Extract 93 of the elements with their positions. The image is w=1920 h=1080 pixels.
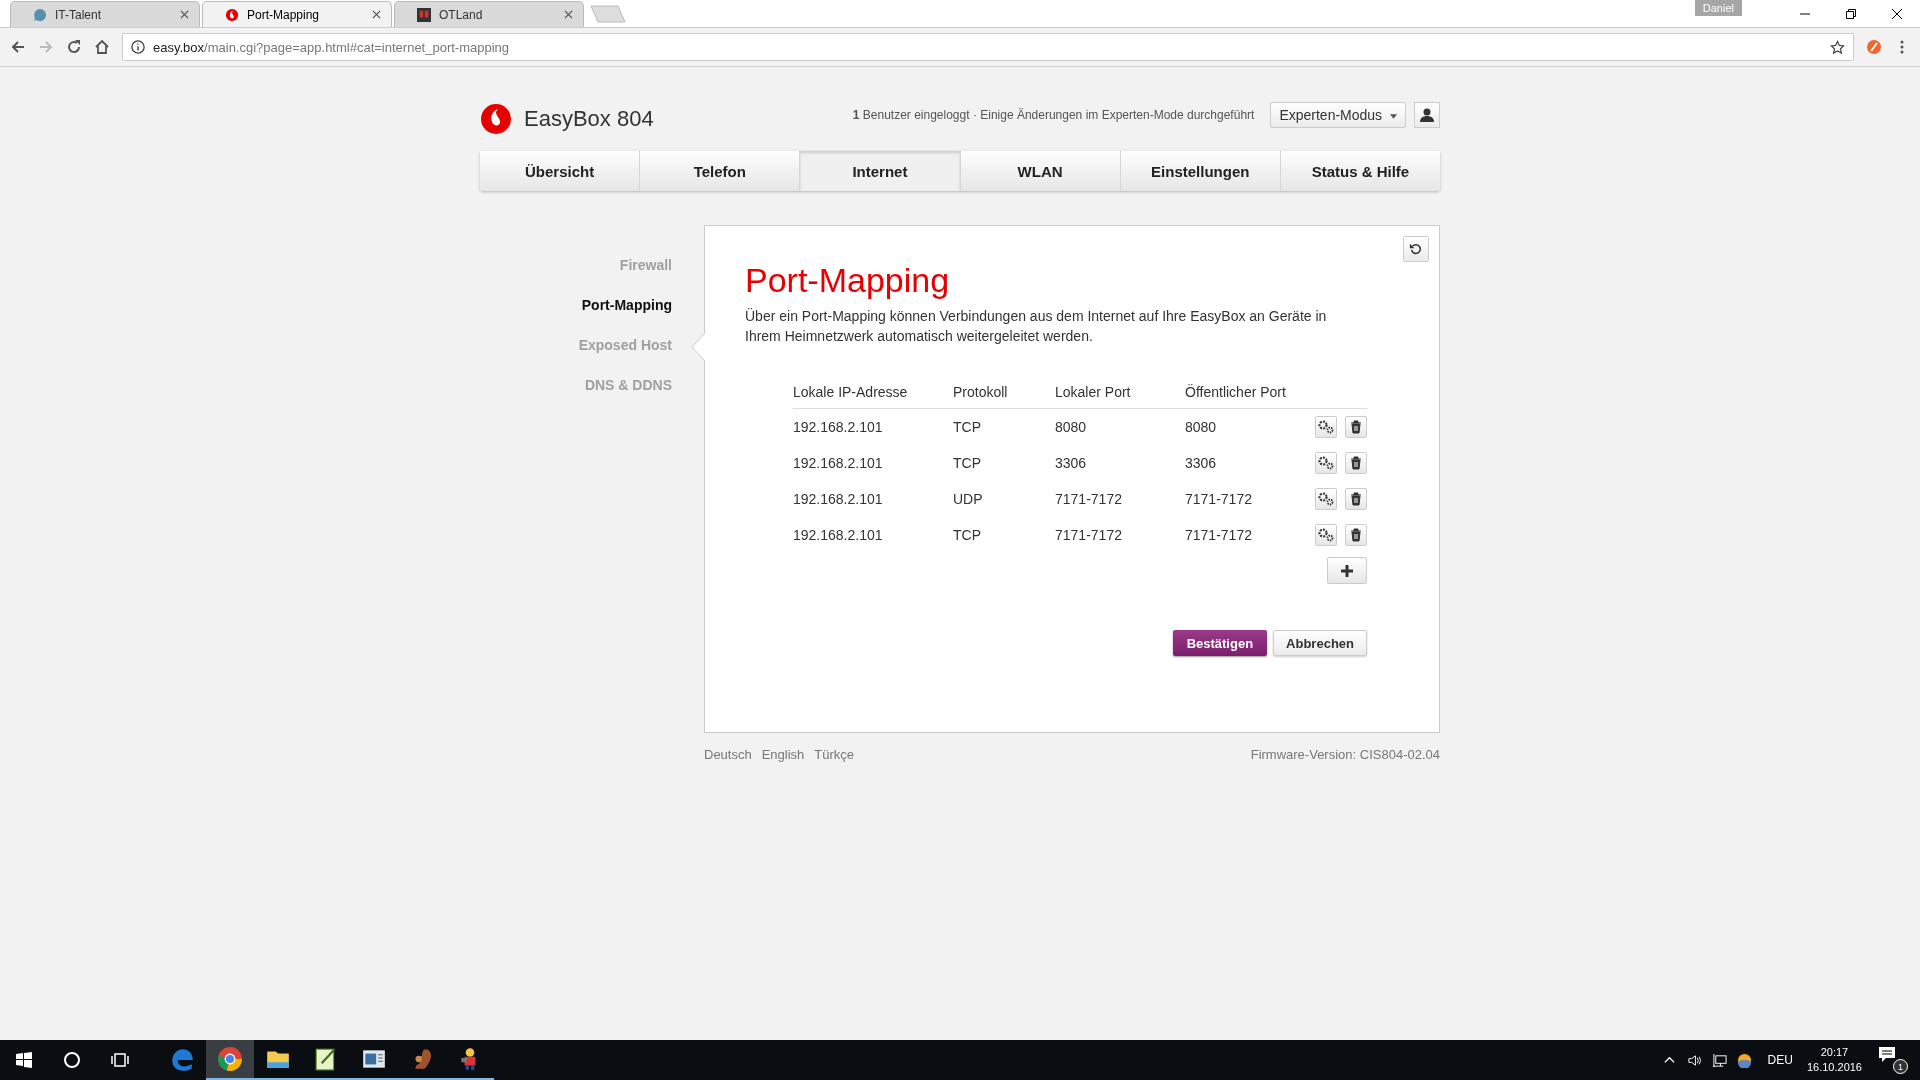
restore-icon[interactable] [1845, 7, 1857, 20]
browser-tab[interactable]: OTLand [394, 1, 584, 27]
gears-icon [1318, 492, 1334, 506]
table-cell: TCP [953, 517, 1055, 553]
nav-tab[interactable]: Telefon [640, 151, 801, 191]
gears-icon [1318, 528, 1334, 542]
table-cell-text: 3306 [1185, 454, 1218, 473]
address-field[interactable]: easy.box/main.cgi?page=app.html#cat=internet_port-mapping [122, 33, 1854, 61]
table-cell: 8080 [1055, 408, 1185, 445]
delete-button[interactable] [1345, 524, 1367, 546]
undo-icon [1409, 242, 1423, 256]
trash-icon [1350, 528, 1362, 542]
speaker-icon[interactable] [1686, 1052, 1702, 1068]
table-cell: 192.168.2.101 [793, 517, 953, 553]
description-text: Über ein Port-Mapping können Verbindungen aus dem Internet auf Ihre EasyBox an Geräte in Ihrem Heimnetzwerk automatisch weitergeleitet werden. [745, 307, 1328, 346]
table-cell: TCP [953, 408, 1055, 445]
reset-button[interactable] [1403, 236, 1429, 262]
column-header: Lokale IP-Adresse [793, 384, 953, 409]
mode-dropdown[interactable]: Experten-Modus [1270, 102, 1406, 128]
nav-tab[interactable]: Status & Hilfe [1280, 151, 1441, 191]
table-cell-text: 7171-7172 [1185, 526, 1253, 545]
table-cell-text: 192.168.2.101 [793, 490, 884, 509]
table-cell: TCP [953, 445, 1055, 481]
language-indicator[interactable]: DEU [1767, 1053, 1793, 1067]
url-text: easy.box/main.cgi?page=app.html#cat=internet_port-mapping [153, 39, 511, 55]
trash-icon [1350, 456, 1362, 470]
browser-e-icon [169, 1047, 195, 1073]
close-icon[interactable] [1891, 7, 1903, 20]
language-link[interactable]: Deutsch [704, 747, 752, 762]
nav-tab[interactable]: Übersicht [480, 151, 641, 191]
drop-logo-icon [480, 103, 512, 135]
gears-icon [1318, 420, 1334, 434]
table-cell: 192.168.2.101 [793, 445, 953, 481]
table-cell: 8080 [1185, 408, 1306, 445]
browser-tab[interactable]: IT-Talent [10, 1, 200, 27]
site-logo-icon [417, 7, 431, 22]
chat-bubble-icon [33, 7, 47, 22]
language-link[interactable]: Türkçe [814, 747, 855, 762]
delete-button[interactable] [1345, 452, 1367, 474]
search-icon[interactable] [62, 1050, 82, 1070]
settings-button[interactable] [1315, 416, 1337, 438]
browser-ball-icon [217, 1046, 243, 1072]
weather-icon[interactable] [1736, 1052, 1752, 1068]
caret-icon [1390, 113, 1397, 119]
browser-tab[interactable]: Port-Mapping [202, 1, 392, 27]
column-header: Öffentlicher Port [1185, 384, 1306, 409]
table-cell: 192.168.2.101 [793, 408, 953, 445]
table-cell: 7171-7172 [1055, 481, 1185, 517]
extension-icon[interactable] [1866, 39, 1882, 55]
table-cell: UDP [953, 481, 1055, 517]
login-status: 1 Benutzer eingeloggt · Einige Änderungen im Experten-Mode durchgeführt [852, 108, 1255, 122]
network-icon[interactable] [1711, 1052, 1727, 1068]
trash-icon [1350, 492, 1362, 506]
table-cell: 3306 [1055, 445, 1185, 481]
language-link[interactable]: English [761, 747, 805, 762]
cancel-button[interactable]: Abbrechen [1273, 630, 1367, 656]
gears-icon [1318, 456, 1334, 470]
info-icon [131, 40, 145, 54]
column-header: Lokaler Port [1055, 384, 1185, 409]
column-header: Protokoll [953, 384, 1055, 409]
delete-button[interactable] [1345, 416, 1367, 438]
windows-start-icon[interactable] [14, 1050, 34, 1070]
close-icon[interactable] [372, 10, 381, 19]
settings-button[interactable] [1315, 452, 1337, 474]
back-icon[interactable] [10, 39, 26, 55]
nav-tab[interactable]: Internet [800, 151, 961, 191]
clock[interactable]: 20:17 16.10.2016 [1806, 1045, 1862, 1075]
trash-icon [1350, 420, 1362, 434]
delete-button[interactable] [1345, 488, 1367, 510]
nav-tab[interactable]: Einstellungen [1120, 151, 1281, 191]
page-title: Port-Mapping [745, 260, 951, 300]
user-button[interactable] [1414, 102, 1440, 128]
nav-tab[interactable]: WLAN [960, 151, 1121, 191]
reload-icon[interactable] [66, 39, 82, 55]
sidebar-item[interactable]: Port-Mapping [581, 296, 672, 315]
table-cell: 7171-7172 [1055, 517, 1185, 553]
plus-icon [1340, 563, 1354, 578]
settings-button[interactable] [1315, 488, 1337, 510]
settings-button[interactable] [1315, 524, 1337, 546]
star-icon[interactable] [1830, 39, 1845, 55]
firmware-version: Firmware-Version: CIS804-02.04 [1250, 747, 1440, 762]
user-icon [1419, 107, 1435, 123]
add-button[interactable] [1327, 557, 1367, 584]
message-icon [1878, 1046, 1896, 1064]
drop-logo-icon [225, 7, 239, 22]
taskbar-app[interactable] [206, 1040, 254, 1080]
table-cell-text: 7171-7172 [1185, 490, 1253, 509]
home-icon[interactable] [94, 39, 110, 55]
task-view-icon[interactable] [110, 1050, 130, 1070]
notification-button[interactable]: 1 [1878, 1046, 1908, 1074]
brand-title: EasyBox 804 [524, 106, 654, 132]
notification-count: 1 [1893, 1059, 1908, 1074]
confirm-button[interactable]: Bestätigen [1172, 630, 1268, 656]
